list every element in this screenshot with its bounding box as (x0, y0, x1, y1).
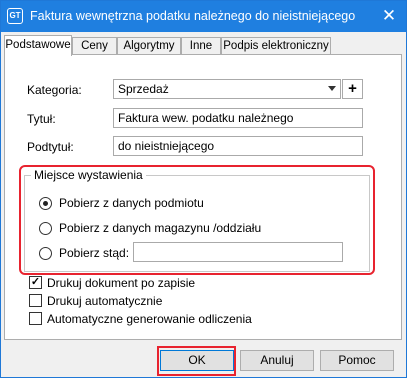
tab-panel-podstawowe: Kategoria: Sprzedaż + Tytuł: Faktura wew… (4, 54, 402, 340)
kategoria-select[interactable]: Sprzedaż (113, 79, 341, 99)
tab-ceny[interactable]: Ceny (72, 37, 117, 54)
chevron-down-icon (328, 86, 336, 91)
checkbox-label-drukuj-automatycznie: Drukuj automatycznie (47, 294, 163, 308)
miejsce-highlight-frame (19, 165, 375, 275)
help-button[interactable]: Pomoc (320, 350, 394, 371)
kategoria-value: Sprzedaż (118, 82, 169, 96)
tab-inne[interactable]: Inne (181, 37, 221, 54)
cancel-button[interactable]: Anuluj (240, 350, 314, 371)
checkbox-drukuj-po-zapisie[interactable]: ✓ (29, 276, 42, 289)
app-logo-icon: GT (7, 8, 23, 24)
checkbox-drukuj-automatycznie[interactable] (29, 294, 42, 307)
checkbox-generowanie-odliczenia[interactable] (29, 312, 42, 325)
tab-algorytmy[interactable]: Algorytmy (117, 37, 181, 54)
tab-bar: Podstawowe Ceny Algorytmy Inne Podpis el… (4, 35, 404, 56)
tab-podpis-elektroniczny[interactable]: Podpis elektroniczny (221, 37, 331, 54)
tytul-label: Tytuł: (27, 112, 56, 126)
podtytul-label: Podtytuł: (27, 140, 74, 154)
close-icon[interactable]: ✕ (378, 6, 400, 26)
title-bar[interactable]: GT Faktura wewnętrzna podatku należnego … (1, 1, 406, 32)
checkbox-label-generowanie-odliczenia: Automatyczne generowanie odliczenia (47, 312, 252, 326)
dialog-window: GT Faktura wewnętrzna podatku należnego … (0, 0, 407, 378)
kategoria-label: Kategoria: (27, 83, 82, 97)
add-kategoria-button[interactable]: + (342, 79, 363, 99)
checkbox-label-drukuj-po-zapisie: Drukuj dokument po zapisie (47, 276, 196, 290)
ok-highlight-frame (157, 346, 236, 376)
tab-podstawowe[interactable]: Podstawowe (4, 35, 72, 56)
tytul-input[interactable]: Faktura wew. podatku należnego (113, 108, 363, 128)
window-title: Faktura wewnętrzna podatku należnego do … (30, 9, 356, 23)
podtytul-input[interactable]: do nieistniejącego (113, 136, 363, 156)
